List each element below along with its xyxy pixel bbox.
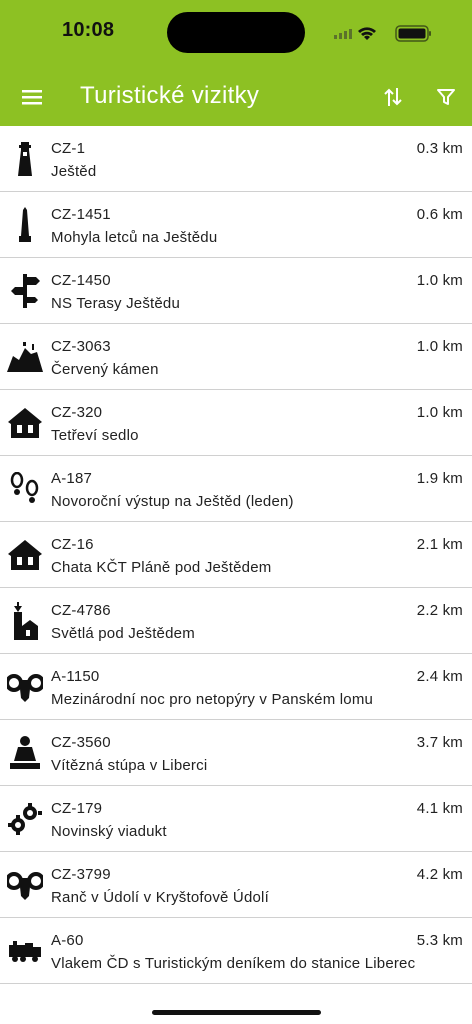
list-item[interactable]: CZ-3063 Červený kámen 1.0 km xyxy=(0,324,472,390)
filter-funnel-icon xyxy=(437,89,455,105)
monument-icon xyxy=(6,206,44,244)
home-indicator xyxy=(152,1010,321,1015)
item-distance: 4.2 km xyxy=(416,866,463,883)
hamburger-menu-icon xyxy=(22,90,42,105)
item-code: CZ-1450 xyxy=(51,272,111,289)
item-distance: 2.1 km xyxy=(416,536,463,553)
item-distance: 5.3 km xyxy=(416,932,463,949)
item-name: NS Terasy Ještědu xyxy=(51,295,181,312)
item-name: Novoroční výstup na Ještěd (leden) xyxy=(51,493,294,510)
item-distance: 1.9 km xyxy=(416,470,463,487)
item-distance: 2.4 km xyxy=(416,668,463,685)
list-item[interactable]: CZ-3799 Ranč v Údolí v Kryštofově Údolí 4.… xyxy=(0,852,472,918)
item-name: Ještěd xyxy=(51,163,97,180)
ram-head-icon xyxy=(6,866,44,904)
list-item[interactable]: CZ-1451 Mohyla letců na Ještědu 0.6 km xyxy=(0,192,472,258)
filter-button[interactable] xyxy=(431,82,461,112)
item-distance: 3.7 km xyxy=(416,734,463,751)
signpost-icon xyxy=(6,272,44,310)
item-name: Tetřeví sedlo xyxy=(51,427,139,444)
item-code: CZ-320 xyxy=(51,404,103,421)
item-distance: 4.1 km xyxy=(416,800,463,817)
item-code: CZ-1 xyxy=(51,140,86,157)
battery-icon xyxy=(395,25,431,42)
list-item[interactable]: CZ-1450 NS Terasy Ještědu 1.0 km xyxy=(0,258,472,324)
sort-button[interactable] xyxy=(378,82,408,112)
status-icons xyxy=(334,22,434,44)
item-code: CZ-3560 xyxy=(51,734,111,751)
item-distance: 1.0 km xyxy=(416,338,463,355)
item-code: CZ-179 xyxy=(51,800,103,817)
item-name: Mezinárodní noc pro netopýry v Panském l… xyxy=(51,691,374,708)
list-item[interactable]: CZ-3560 Vítězná stúpa v Liberci 3.7 km xyxy=(0,720,472,786)
app-header: 10:08 Turistické vizitky xyxy=(0,0,472,126)
ram-head-icon xyxy=(6,668,44,706)
item-name: Červený kámen xyxy=(51,361,159,378)
item-name: Světlá pod Ještědem xyxy=(51,625,195,642)
status-time: 10:08 xyxy=(62,19,115,41)
item-name: Mohyla letců na Ještědu xyxy=(51,229,218,246)
vizitky-list: CZ-1 Ještěd 0.3 km CZ-1451 Mohyla letců na J… xyxy=(0,126,472,984)
page-title: Turistické vizitky xyxy=(80,82,260,109)
buddha-icon xyxy=(6,734,44,772)
list-item[interactable]: CZ-320 Tetřeví sedlo 1.0 km xyxy=(0,390,472,456)
item-code: A-60 xyxy=(51,932,84,949)
item-distance: 0.6 km xyxy=(416,206,463,223)
rock-viewpoint-icon xyxy=(6,338,44,376)
item-name: Vlakem ČD s Turistickým deníkem do stani… xyxy=(51,955,416,972)
item-distance: 1.0 km xyxy=(416,272,463,289)
item-distance: 0.3 km xyxy=(416,140,463,157)
lookout-tower-icon xyxy=(6,140,44,178)
list-item[interactable]: A-60 Vlakem ČD s Turistickým deníkem do s… xyxy=(0,918,472,984)
chalet-icon xyxy=(6,404,44,442)
item-name: Vítězná stúpa v Liberci xyxy=(51,757,208,774)
sort-arrows-icon xyxy=(384,88,402,106)
item-code: CZ-4786 xyxy=(51,602,111,619)
list-item[interactable]: CZ-179 Novinský viadukt 4.1 km xyxy=(0,786,472,852)
cellular-icon xyxy=(334,29,352,39)
item-code: A-1150 xyxy=(51,668,100,685)
footprints-icon xyxy=(6,470,44,508)
item-code: CZ-16 xyxy=(51,536,94,553)
village-church-icon xyxy=(6,602,44,640)
item-name: Ranč v Údolí v Kryštofově Údolí xyxy=(51,889,269,906)
list-item[interactable]: A-187 Novoroční výstup na Ještěd (leden) 1… xyxy=(0,456,472,522)
list-item[interactable]: CZ-4786 Světlá pod Ještědem 2.2 km xyxy=(0,588,472,654)
dynamic-island xyxy=(167,12,305,53)
list-item[interactable]: A-1150 Mezinárodní noc pro netopýry v Pan… xyxy=(0,654,472,720)
item-name: Chata KČT Pláně pod Ještědem xyxy=(51,559,272,576)
item-code: CZ-1451 xyxy=(51,206,111,223)
item-code: A-187 xyxy=(51,470,93,487)
list-item[interactable]: CZ-16 Chata KČT Pláně pod Ještědem 2.1 km xyxy=(0,522,472,588)
item-name: Novinský viadukt xyxy=(51,823,167,840)
item-distance: 2.2 km xyxy=(416,602,463,619)
list-item[interactable]: CZ-1 Ještěd 0.3 km xyxy=(0,126,472,192)
item-distance: 1.0 km xyxy=(416,404,463,421)
train-icon xyxy=(6,932,44,970)
item-code: CZ-3799 xyxy=(51,866,111,883)
gears-icon xyxy=(6,800,44,838)
menu-button[interactable] xyxy=(17,82,47,112)
chalet-icon xyxy=(6,536,44,574)
wifi-icon xyxy=(358,27,376,40)
item-code: CZ-3063 xyxy=(51,338,111,355)
